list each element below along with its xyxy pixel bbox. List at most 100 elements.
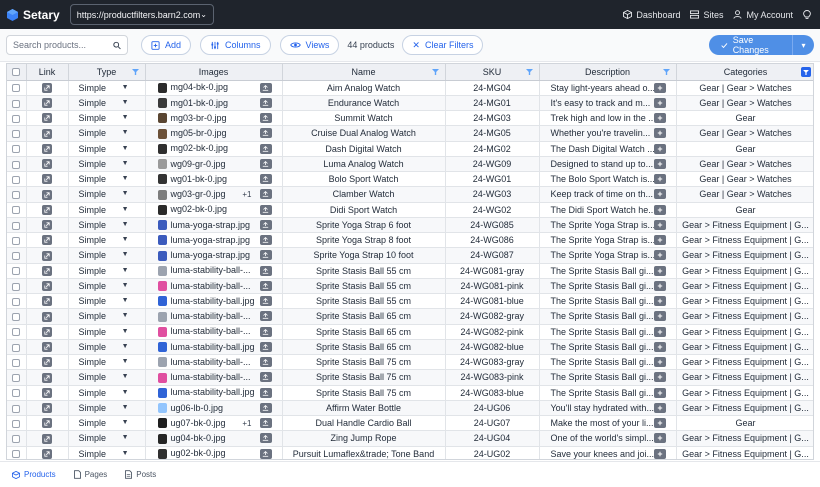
type-cell[interactable]: Simple ▼ bbox=[68, 308, 146, 325]
table-row[interactable]: Simple ▼ luma-stability-ball-... Sprite Sta… bbox=[7, 278, 813, 295]
external-link-icon[interactable] bbox=[42, 220, 52, 231]
column-header-description[interactable]: Description bbox=[539, 64, 677, 81]
external-link-icon[interactable] bbox=[42, 143, 52, 154]
images-cell[interactable]: luma-stability-ball.jpg bbox=[145, 385, 283, 401]
table-row[interactable]: Simple ▼ luma-stability-ball-... Sprite Sta… bbox=[7, 263, 813, 279]
upload-icon[interactable] bbox=[259, 341, 272, 352]
table-row[interactable]: Simple ▼ mg02-bk-0.jpg Dash Digital Watch 24… bbox=[7, 141, 813, 157]
categories-cell[interactable]: Gear > Fitness Equipment | G... bbox=[676, 263, 813, 279]
upload-icon[interactable] bbox=[259, 372, 272, 383]
expand-icon[interactable] bbox=[653, 265, 666, 276]
table-row[interactable]: Simple ▼ luma-yoga-strap.jpg Sprite Yoga St… bbox=[7, 217, 813, 234]
row-checkbox[interactable] bbox=[12, 404, 21, 413]
table-row[interactable]: Simple ▼ ug07-bk-0.jpg +1 Dual Handle Cardio… bbox=[7, 415, 813, 432]
sku-cell[interactable]: 24-MG05 bbox=[445, 125, 540, 142]
table-row[interactable]: Simple ▼ mg05-br-0.jpg Cruise Dual Analog W… bbox=[7, 125, 813, 142]
row-checkbox[interactable] bbox=[12, 84, 21, 93]
name-cell[interactable]: Zing Jump Rope bbox=[282, 430, 446, 447]
categories-cell[interactable]: Gear bbox=[676, 141, 813, 157]
table-row[interactable]: Simple ▼ luma-stability-ball.jpg Sprite Sta… bbox=[7, 293, 813, 310]
sku-cell[interactable]: 24-MG01 bbox=[445, 95, 540, 112]
lightbulb-icon[interactable] bbox=[803, 9, 811, 20]
categories-cell[interactable]: Gear | Gear > Watches bbox=[676, 171, 813, 188]
upload-icon[interactable] bbox=[259, 235, 272, 245]
images-cell[interactable]: ug02-bk-0.jpg bbox=[145, 446, 283, 459]
expand-icon[interactable] bbox=[653, 387, 666, 398]
row-checkbox[interactable] bbox=[12, 221, 21, 230]
upload-icon[interactable] bbox=[259, 250, 272, 261]
sku-cell[interactable]: 24-UG06 bbox=[445, 400, 540, 417]
search-box[interactable] bbox=[6, 35, 128, 55]
name-cell[interactable]: Sprite Yoga Strap 6 foot bbox=[282, 217, 446, 234]
upload-icon[interactable] bbox=[259, 189, 272, 200]
categories-cell[interactable]: Gear > Fitness Equipment | G... bbox=[676, 400, 813, 417]
name-cell[interactable]: Sprite Stasis Ball 65 cm bbox=[282, 339, 446, 356]
name-cell[interactable]: Sprite Yoga Strap 8 foot bbox=[282, 232, 446, 249]
search-icon[interactable] bbox=[113, 41, 121, 50]
sku-cell[interactable]: 24-UG02 bbox=[445, 446, 540, 459]
expand-icon[interactable] bbox=[653, 128, 666, 139]
name-cell[interactable]: Sprite Stasis Ball 65 cm bbox=[282, 308, 446, 325]
expand-icon[interactable] bbox=[653, 235, 666, 245]
table-row[interactable]: Simple ▼ wg02-bk-0.jpg Didi Sport Watch 24-W… bbox=[7, 202, 813, 218]
row-checkbox[interactable] bbox=[12, 191, 21, 199]
type-cell[interactable]: Simple ▼ bbox=[68, 141, 146, 157]
name-cell[interactable]: Summit Watch bbox=[282, 110, 446, 127]
type-cell[interactable]: Simple ▼ bbox=[68, 430, 146, 447]
type-cell[interactable]: Simple ▼ bbox=[68, 217, 146, 234]
expand-icon[interactable] bbox=[653, 372, 666, 383]
upload-icon[interactable] bbox=[259, 418, 272, 428]
row-checkbox[interactable] bbox=[12, 419, 21, 428]
categories-cell[interactable]: Gear bbox=[676, 202, 813, 218]
name-cell[interactable]: Sprite Stasis Ball 75 cm bbox=[282, 354, 446, 371]
upload-icon[interactable] bbox=[259, 280, 272, 291]
row-checkbox[interactable] bbox=[12, 343, 21, 352]
upload-icon[interactable] bbox=[259, 143, 272, 154]
table-row[interactable]: Simple ▼ luma-stability-ball.jpg Sprite Sta… bbox=[7, 385, 813, 401]
name-cell[interactable]: Dual Handle Cardio Ball bbox=[282, 415, 446, 432]
categories-cell[interactable]: Gear > Fitness Equipment | G... bbox=[676, 247, 813, 264]
add-button[interactable]: Add bbox=[141, 35, 192, 55]
save-options-dropdown[interactable]: ▾ bbox=[792, 35, 814, 55]
description-cell[interactable]: The Sprite Stasis Ball gi... bbox=[539, 339, 677, 356]
row-checkbox[interactable] bbox=[12, 160, 21, 169]
row-checkbox[interactable] bbox=[12, 252, 21, 260]
expand-icon[interactable] bbox=[653, 113, 666, 123]
sku-cell[interactable]: 24-WG081-blue bbox=[445, 293, 540, 310]
categories-cell[interactable]: Gear | Gear > Watches bbox=[676, 125, 813, 142]
description-cell[interactable]: You'll stay hydrated with... bbox=[539, 400, 677, 417]
images-cell[interactable]: luma-stability-ball-... bbox=[145, 278, 283, 295]
expand-icon[interactable] bbox=[653, 158, 666, 169]
external-link-icon[interactable] bbox=[42, 372, 52, 383]
column-header-categories[interactable]: Categories bbox=[676, 64, 813, 81]
images-cell[interactable]: wg03-gr-0.jpg +1 bbox=[145, 186, 283, 203]
type-cell[interactable]: Simple ▼ bbox=[68, 385, 146, 401]
sku-cell[interactable]: 24-MG04 bbox=[445, 80, 540, 96]
upload-icon[interactable] bbox=[259, 97, 272, 108]
sku-cell[interactable]: 24-WG083-gray bbox=[445, 354, 540, 371]
search-input[interactable] bbox=[13, 40, 113, 50]
tab-posts[interactable]: Posts bbox=[125, 470, 156, 479]
description-cell[interactable]: The Sprite Stasis Ball gi... bbox=[539, 385, 677, 401]
images-cell[interactable]: luma-stability-ball.jpg bbox=[145, 293, 283, 310]
description-cell[interactable]: The Sprite Stasis Ball gi... bbox=[539, 324, 677, 340]
images-cell[interactable]: luma-stability-ball-... bbox=[145, 263, 283, 279]
table-row[interactable]: Simple ▼ luma-stability-ball-... Sprite Sta… bbox=[7, 369, 813, 386]
active-filter-icon[interactable] bbox=[800, 67, 811, 77]
images-cell[interactable]: wg01-bk-0.jpg bbox=[145, 171, 283, 188]
expand-icon[interactable] bbox=[653, 418, 666, 428]
images-cell[interactable]: luma-stability-ball-... bbox=[145, 354, 283, 371]
categories-cell[interactable]: Gear > Fitness Equipment | G... bbox=[676, 217, 813, 234]
upload-icon[interactable] bbox=[259, 113, 272, 123]
type-cell[interactable]: Simple ▼ bbox=[68, 354, 146, 371]
expand-icon[interactable] bbox=[653, 433, 666, 444]
description-cell[interactable]: Designed to stand up to... bbox=[539, 156, 677, 173]
upload-icon[interactable] bbox=[259, 204, 272, 215]
description-cell[interactable]: The Sprite Stasis Ball gi... bbox=[539, 263, 677, 279]
categories-cell[interactable]: Gear | Gear > Watches bbox=[676, 156, 813, 173]
images-cell[interactable]: mg02-bk-0.jpg bbox=[145, 141, 283, 157]
filter-icon[interactable] bbox=[525, 69, 533, 75]
sku-cell[interactable]: 24-WG083-blue bbox=[445, 385, 540, 401]
sku-cell[interactable]: 24-WG03 bbox=[445, 186, 540, 203]
images-cell[interactable]: mg03-br-0.jpg bbox=[145, 110, 283, 127]
